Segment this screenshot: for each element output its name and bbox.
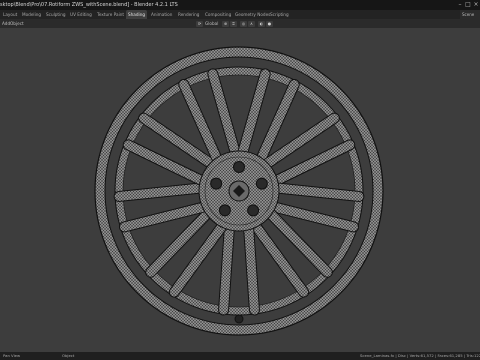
pivot-icon[interactable]: ⊕ [222, 20, 229, 27]
shading-icon[interactable]: ● [266, 20, 273, 27]
overlay-icon[interactable]: ◐ [258, 20, 265, 27]
lug-hole [218, 204, 231, 217]
tab-uv-editing[interactable]: UV Editing [68, 10, 94, 19]
transform-orientation[interactable]: Global [205, 19, 218, 28]
lug-hole [255, 177, 268, 190]
tab-compositing[interactable]: Compositing [203, 10, 233, 19]
tab-scripting[interactable]: Scripting [268, 10, 291, 19]
tab-modeling[interactable]: Modeling [20, 10, 43, 19]
status-pan-view: Pan View [3, 353, 21, 358]
close-button[interactable]: × [472, 0, 480, 10]
falloff-icon[interactable]: ∧ [248, 20, 255, 27]
menu-add[interactable]: Add [2, 19, 10, 28]
tab-sculpting[interactable]: Sculpting [44, 10, 68, 19]
status-stats: Scene_Laminas.fx | Disc | Verts:61,572 |… [360, 353, 480, 358]
tab-rendering[interactable]: Rendering [176, 10, 201, 19]
window-title: sktop\Blend\Pro\07.Rotiform ZWS_withScen… [0, 2, 178, 8]
status-object: Object [62, 353, 75, 358]
proportional-edit-icon[interactable]: ◎ [240, 20, 247, 27]
tab-geometry-nodes[interactable]: Geometry Nodes [233, 10, 272, 19]
viewport-header: Add Object ⟳ Global ⊕ ⌗ ◎ ∧ ◐ ● [0, 19, 480, 28]
workspace-tabs: Layout Modeling Sculpting UV Editing Tex… [0, 10, 480, 19]
snap-icon[interactable]: ⌗ [230, 20, 237, 27]
status-bar: Pan View Object Scene_Laminas.fx | Disc … [0, 352, 480, 360]
wheel-rim-wireframe[interactable] [0, 28, 480, 352]
lug-hole [233, 161, 245, 173]
menu-object[interactable]: Object [10, 19, 24, 28]
window-titlebar: sktop\Blend\Pro\07.Rotiform ZWS_withScen… [0, 0, 480, 10]
spoke-surface [243, 215, 259, 315]
3d-viewport[interactable] [0, 28, 480, 352]
spoke-surface [219, 215, 235, 315]
valve-stem [234, 314, 244, 324]
tab-layout[interactable]: Layout [1, 10, 19, 19]
maximize-button[interactable]: □ [464, 0, 472, 10]
tab-shading[interactable]: Shading [126, 10, 148, 19]
lug-hole [210, 177, 223, 190]
lug-hole [247, 204, 260, 217]
scene-label: Scene [462, 12, 475, 17]
tab-texture-paint[interactable]: Texture Paint [95, 10, 126, 19]
tab-animation[interactable]: Animation [149, 10, 174, 19]
minimize-button[interactable]: – [456, 0, 464, 10]
transform-orientation-icon[interactable]: ⟳ [196, 20, 203, 27]
scene-selector[interactable]: Scene [460, 10, 480, 19]
